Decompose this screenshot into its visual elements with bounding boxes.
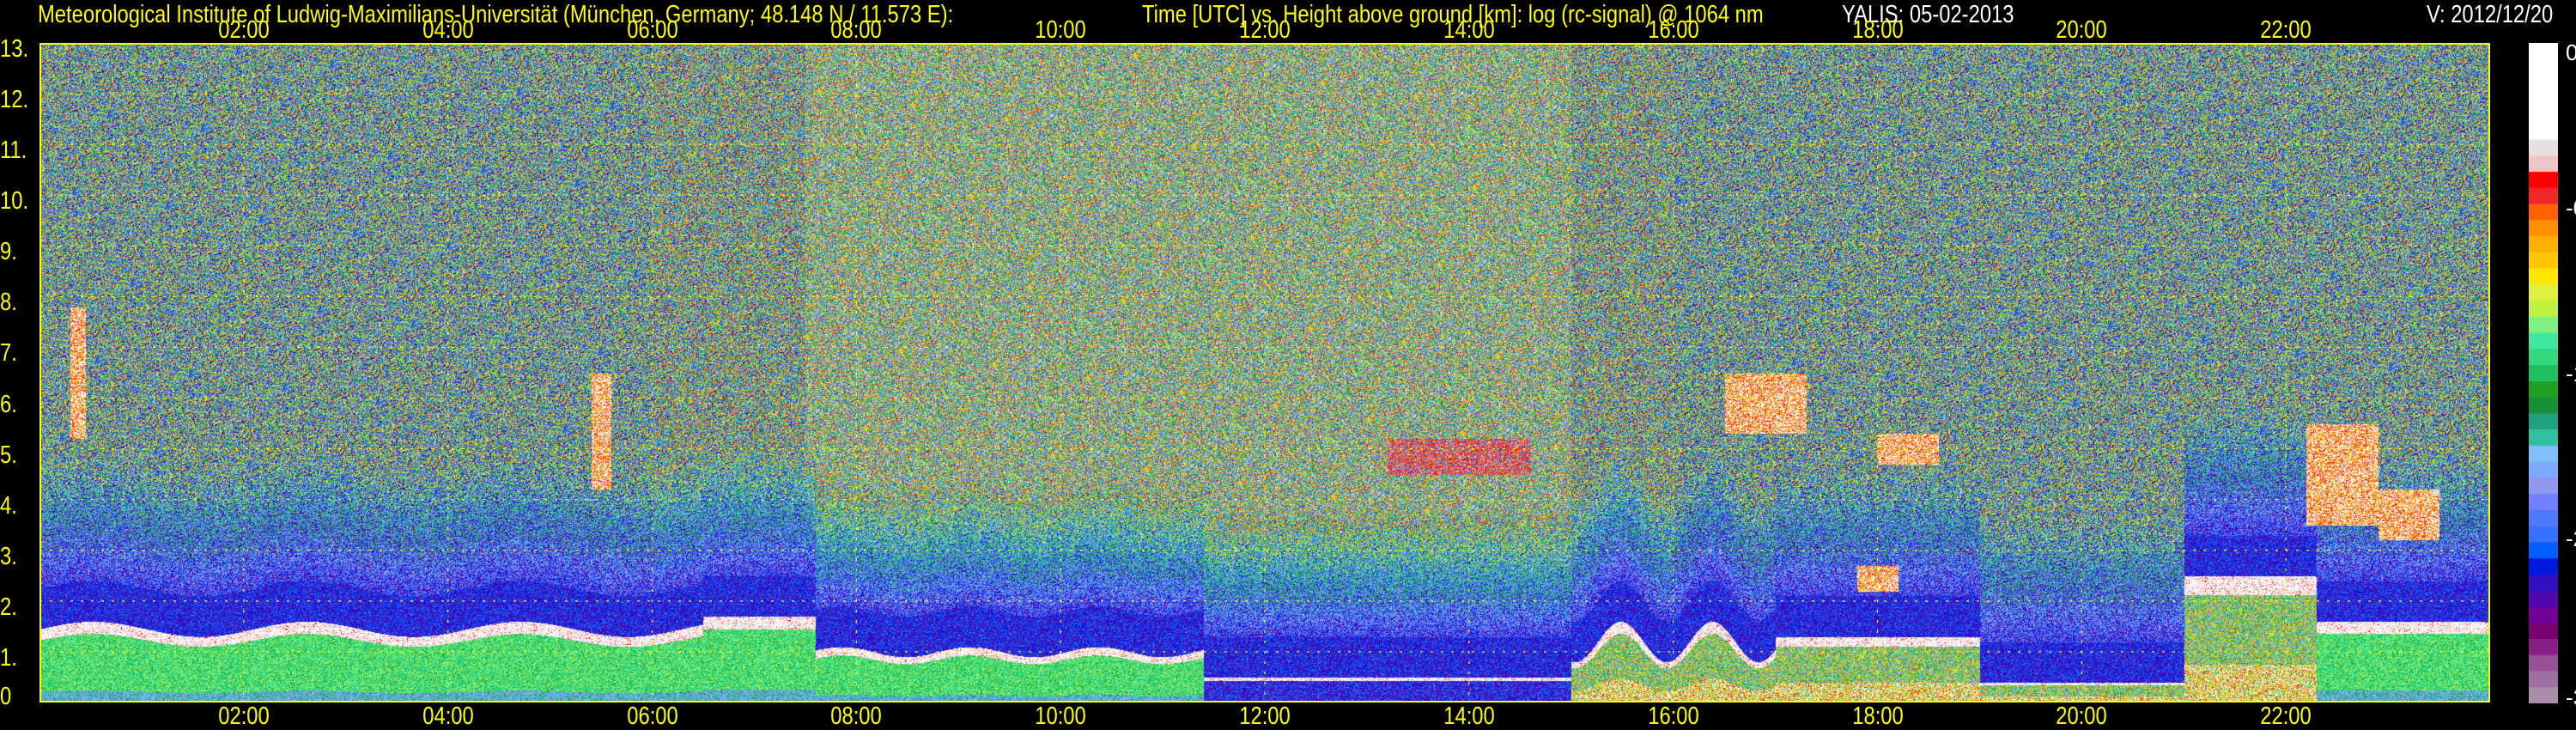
colorbar-tick-label: -2.50 [2566,525,2576,551]
colorbar-tick-label: -0.50 [2566,195,2576,222]
x-tick-label: 10:00 [1035,703,1086,730]
x-tick-label: 08:00 [830,703,883,730]
x-tick-label: 12:00 [1239,16,1291,44]
institute-title: Meteorological Institute of Ludwig-Maxim… [38,1,954,28]
x-tick-label: 16:00 [1647,16,1699,44]
x-tick-label: 18:00 [1851,703,1904,730]
x-tick-label: 06:00 [626,703,678,730]
x-tick-label: 06:00 [626,16,678,44]
x-tick-label: 20:00 [2056,16,2108,44]
x-tick-label: 22:00 [2260,703,2312,730]
x-tick-label: 22:00 [2260,16,2312,44]
y-tick-label: 6. [0,390,17,418]
plot-area [39,43,2490,703]
y-tick-label: 4. [0,491,17,520]
y-tick-label: 11. [0,137,27,165]
x-tick-label: 20:00 [2056,703,2108,730]
y-tick-label: 13. [0,35,29,63]
y-tick-label: 0 [0,683,12,710]
colorbar-tick-label: 0.50 [2566,40,2576,65]
colorbar-tick-label: -3.50 [2566,684,2576,710]
x-tick-label: 08:00 [830,16,883,44]
x-tick-label: 18:00 [1851,16,1904,44]
y-tick-label: 3. [0,542,17,570]
y-tick-label: 12. [0,86,29,114]
y-tick-label: 9. [0,238,17,266]
x-tick-label: 16:00 [1647,703,1699,730]
y-tick-label: 7. [0,339,17,368]
grid-overlay [39,43,2490,703]
x-tick-label: 10:00 [1035,16,1086,44]
x-tick-label: 04:00 [422,703,474,730]
version-label: V: 2012/12/20 [2427,1,2554,28]
y-tick-label: 8. [0,289,17,317]
x-tick-label: 12:00 [1239,703,1291,730]
y-tick-label: 2. [0,593,17,621]
x-tick-label: 04:00 [422,16,474,44]
colorbar [2529,43,2558,703]
y-tick-label: 10. [0,187,29,216]
x-tick-label: 02:00 [218,16,270,44]
x-tick-label: 02:00 [218,703,270,730]
colorbar-tick-label: -1.50 [2566,360,2576,386]
x-tick-label: 14:00 [1443,703,1495,730]
y-tick-label: 5. [0,441,17,469]
x-tick-label: 14:00 [1443,16,1495,44]
y-tick-label: 1. [0,643,17,672]
